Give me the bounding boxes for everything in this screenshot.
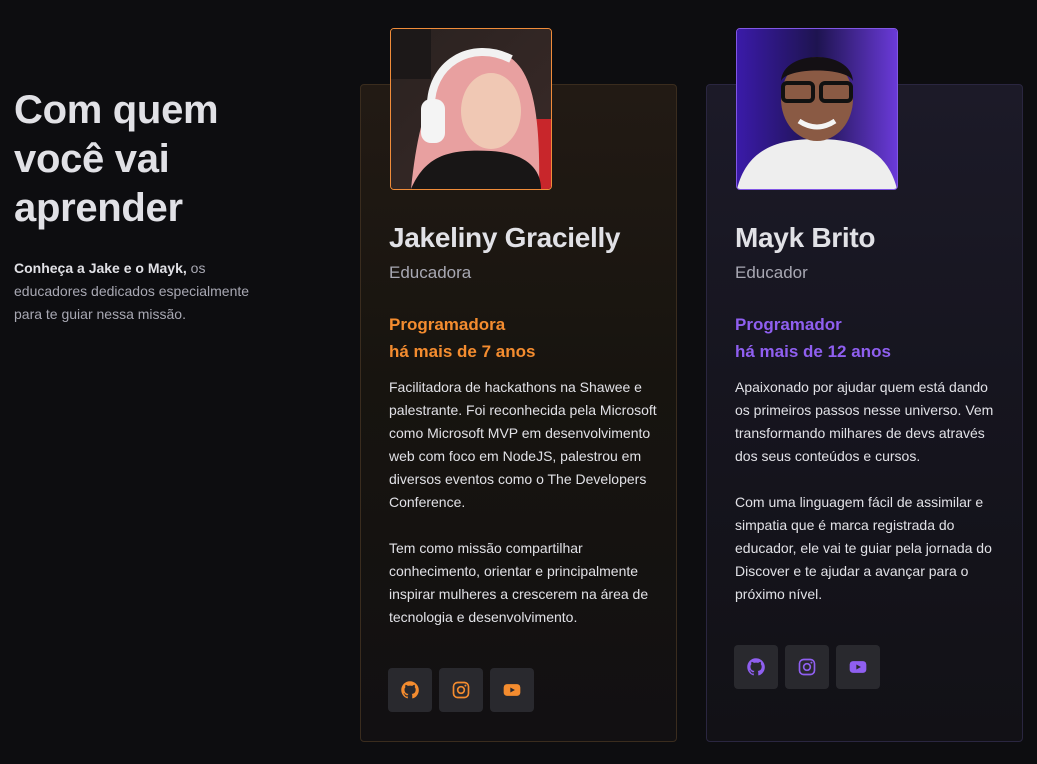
educator-photo-mayk: [736, 28, 898, 190]
description-highlight: Conheça a Jake e o Mayk,: [14, 260, 187, 276]
bio-paragraph-2: Com uma linguagem fácil de assimilar e s…: [735, 494, 992, 602]
educator-role: Educador: [735, 263, 808, 282]
bio-paragraph-1: Apaixonado por ajudar quem está dando os…: [735, 379, 994, 464]
youtube-link[interactable]: [490, 668, 534, 712]
section-description: Conheça a Jake e o Mayk, os educadores d…: [14, 257, 274, 326]
instagram-link[interactable]: [439, 668, 483, 712]
github-icon: [747, 658, 765, 676]
educator-card-jake: Jakeliny Gracielly Educadora Programador…: [360, 28, 677, 742]
youtube-icon: [849, 661, 867, 673]
experience-line-2: há mais de 7 anos: [389, 342, 536, 361]
educator-role: Educadora: [389, 263, 472, 282]
educator-name: Jakeliny Gracielly: [389, 222, 621, 253]
educator-name: Mayk Brito: [735, 222, 876, 253]
educator-photo-jake: [390, 28, 552, 190]
intro-section: Com quem você vai aprender Conheça a Jak…: [14, 86, 274, 326]
instagram-link[interactable]: [785, 645, 829, 689]
experience-line-1: Programador: [735, 315, 842, 334]
github-link[interactable]: [734, 645, 778, 689]
social-links: [734, 645, 880, 689]
github-link[interactable]: [388, 668, 432, 712]
youtube-link[interactable]: [836, 645, 880, 689]
bio-paragraph-2: Tem como missão compartilhar conheciment…: [389, 540, 649, 625]
section-title: Com quem você vai aprender: [14, 86, 274, 233]
instagram-icon: [452, 681, 470, 699]
youtube-icon: [503, 684, 521, 696]
github-icon: [401, 681, 419, 699]
educator-experience: Programador há mais de 12 anos: [735, 311, 891, 365]
educator-card-mayk: Mayk Brito Educador Programador há mais …: [706, 28, 1023, 742]
title-line-3: aprender: [14, 186, 183, 230]
educator-bio: Facilitadora de hackathons na Shawee e p…: [389, 376, 659, 652]
educator-bio: Apaixonado por ajudar quem está dando os…: [735, 376, 1005, 629]
educator-experience: Programadora há mais de 7 anos: [389, 311, 535, 365]
experience-line-1: Programadora: [389, 315, 506, 334]
bio-paragraph-1: Facilitadora de hackathons na Shawee e p…: [389, 379, 657, 510]
title-line-1: Com quem: [14, 88, 219, 132]
social-links: [388, 668, 534, 712]
instagram-icon: [798, 658, 816, 676]
title-line-2: você vai: [14, 137, 170, 181]
experience-line-2: há mais de 12 anos: [735, 342, 891, 361]
